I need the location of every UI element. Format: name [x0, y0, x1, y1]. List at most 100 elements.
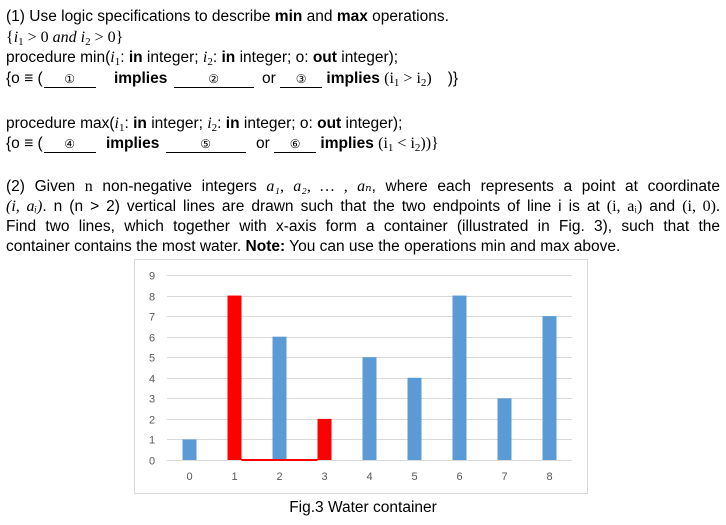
proc-prefix: procedure max(: [6, 115, 115, 132]
type-integer: integer; o:: [235, 49, 313, 66]
type-integer: integer;: [146, 115, 208, 132]
cond-close: ): [426, 70, 432, 87]
gt-zero-a: > 0: [23, 29, 53, 46]
brace-open: {: [6, 29, 14, 46]
text: non-negative integers: [102, 178, 267, 195]
blank-3[interactable]: ③: [280, 71, 323, 88]
x-tick-label: 2: [276, 471, 282, 483]
cond-open: (i: [378, 135, 388, 152]
point-bottom: (i, 0).: [682, 198, 720, 215]
cond-op: > i: [399, 70, 421, 87]
y-tick-label: 5: [149, 353, 155, 365]
post-prefix: {o ≡ (: [6, 135, 43, 152]
x-tick-label: 1: [231, 471, 237, 483]
x-tick-label: 7: [501, 471, 507, 483]
part2-line2: (i, aᵢ). n (n > 2) vertical lines are dr…: [6, 197, 720, 217]
proc-prefix: procedure min(: [6, 49, 111, 66]
y-tick-label: 8: [149, 292, 155, 304]
x-tick-label: 0: [186, 471, 192, 483]
bar-4: [362, 357, 377, 460]
x-tick-label: 6: [456, 471, 462, 483]
var-i2: i: [76, 29, 86, 46]
part1-intro: (1) Use logic specifications to describe…: [6, 7, 449, 27]
water-container-chart: 0 1 2 3 4 5 6 7 8 9 0 1 2 3 4 5 6 7 8: [149, 271, 572, 483]
intro-max-bold: max: [336, 8, 368, 25]
blank-2[interactable]: ②: [173, 71, 254, 88]
type-integer: integer;: [142, 49, 203, 66]
text: . n (n > 2) vertical lines are drawn suc…: [42, 198, 607, 215]
gt-zero-b: > 0}: [90, 29, 124, 46]
type-integer: integer; o:: [239, 115, 318, 132]
bar-6: [452, 295, 467, 460]
in-keyword: in: [133, 115, 147, 132]
post-prefix: {o ≡ (: [6, 70, 43, 87]
or-keyword: or: [255, 135, 270, 152]
x-tick-label: 3: [321, 471, 327, 483]
colon: :: [212, 49, 222, 66]
implies-keyword: implies: [326, 70, 380, 87]
x-tick-label: 4: [366, 471, 372, 483]
max-postcondition: {o ≡ (④ implies ⑤ or ⑥ implies (i1 < i2)…: [6, 134, 439, 158]
in-keyword: in: [128, 49, 143, 66]
text: You can use the operations min and max a…: [285, 238, 621, 255]
intro-and: and: [302, 8, 337, 25]
colon: :: [120, 49, 129, 66]
text: container contains the most water.: [6, 238, 246, 255]
bar-2: [272, 336, 287, 460]
bar-5: [407, 377, 422, 460]
cond-op: < i: [393, 135, 415, 152]
cond-open: (i: [384, 70, 394, 87]
bar-8: [542, 316, 557, 460]
or-keyword: or: [261, 70, 276, 87]
intro-min-bold: min: [274, 8, 303, 25]
note-label: Note:: [245, 238, 286, 255]
text: Find two lines, which together with x-ax…: [6, 218, 720, 235]
bar-0: [182, 439, 197, 460]
blank-6[interactable]: ⑥: [274, 136, 317, 153]
x-tick-label: 8: [546, 471, 552, 483]
point-top: (i, aᵢ): [606, 198, 643, 215]
and-word: and: [52, 29, 77, 46]
intro-text: (1) Use logic specifications to describe: [6, 8, 275, 25]
out-keyword: out: [312, 49, 337, 66]
y-tick-label: 0: [149, 456, 155, 468]
x-tick-label: 5: [411, 471, 417, 483]
colon: :: [124, 115, 134, 132]
proc-suffix: integer);: [336, 49, 399, 66]
coordinate: (i, aᵢ): [6, 198, 43, 215]
in-keyword: in: [221, 49, 236, 66]
in-keyword: in: [225, 115, 240, 132]
part2-line4: container contains the most water. Note:…: [6, 237, 620, 257]
blank-5[interactable]: ⑤: [165, 136, 246, 153]
sequence: a₁, a₂, … , aₙ: [266, 178, 372, 195]
colon: :: [217, 115, 226, 132]
bar-1: [227, 295, 242, 460]
y-tick-label: 6: [149, 333, 155, 345]
intro-suffix: operations.: [367, 8, 449, 25]
out-keyword: out: [317, 115, 342, 132]
min-postcondition: {o ≡ (① implies ② or ③ implies (i1 > i2)…: [6, 69, 458, 93]
text: (2) Given: [6, 178, 85, 195]
y-tick-label: 3: [149, 394, 155, 406]
bar-7: [497, 398, 512, 460]
implies-keyword: implies: [113, 70, 168, 87]
post-suffix: )}: [447, 70, 459, 87]
var-n: n: [84, 178, 93, 195]
y-tick-label: 9: [149, 271, 155, 283]
part2-line1: (2) Given n non-negative integers a₁, a₂…: [6, 177, 720, 197]
y-tick-label: 1: [149, 435, 155, 447]
text: , where each represents a point at coord…: [371, 178, 720, 195]
implies-keyword: implies: [105, 135, 160, 152]
implies-keyword: implies: [320, 135, 374, 152]
y-tick-label: 2: [149, 415, 155, 427]
blank-1[interactable]: ①: [43, 71, 96, 88]
part2-line3: Find two lines, which together with x-ax…: [6, 217, 720, 237]
proc-suffix: integer);: [341, 115, 403, 132]
blank-4[interactable]: ④: [43, 136, 96, 153]
y-tick-label: 4: [149, 374, 155, 386]
bar-3: [317, 418, 332, 460]
text: and: [642, 198, 683, 215]
cond-close: ))}: [420, 135, 439, 152]
y-tick-label: 7: [149, 312, 155, 324]
figure-caption: Fig.3 Water container: [289, 499, 437, 516]
